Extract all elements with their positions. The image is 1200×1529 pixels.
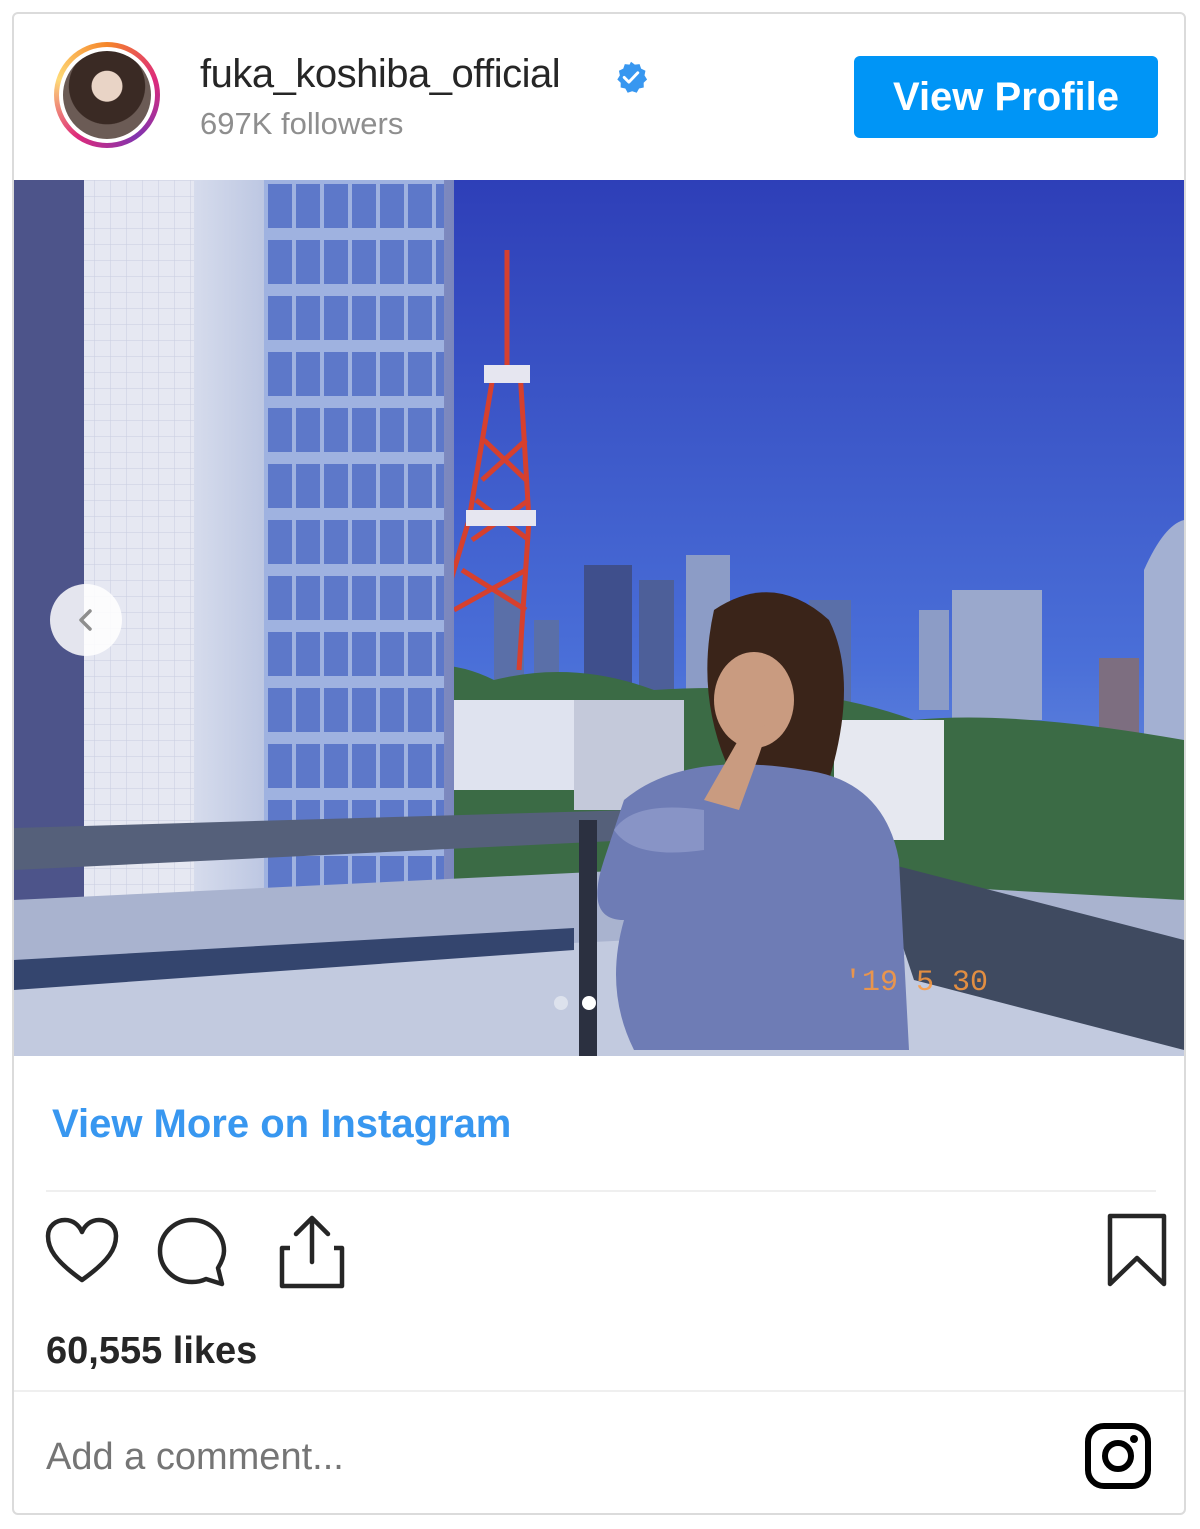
carousel-prev-button[interactable] [50, 584, 122, 656]
carousel-indicator [554, 996, 596, 1010]
photo-image: '19 5 30 [14, 180, 1184, 1056]
post-photo[interactable]: '19 5 30 [14, 180, 1184, 1056]
bookmark-icon[interactable] [1106, 1212, 1168, 1290]
avatar-image [59, 47, 155, 143]
follower-count: 697K followers [200, 106, 404, 141]
view-more-link[interactable]: View More on Instagram [52, 1102, 511, 1147]
view-profile-button[interactable]: View Profile [854, 56, 1158, 138]
comment-input[interactable] [46, 1436, 846, 1479]
verified-badge-icon [617, 61, 648, 93]
comment-bubble-icon[interactable] [154, 1214, 230, 1290]
avatar[interactable] [54, 42, 160, 148]
instagram-embed-card: fuka_koshiba_official 697K followers Vie… [12, 12, 1186, 1515]
post-header: fuka_koshiba_official 697K followers Vie… [14, 14, 1184, 180]
share-icon[interactable] [276, 1212, 348, 1292]
divider [46, 1190, 1156, 1192]
carousel-dot-active [582, 996, 596, 1010]
comment-row [14, 1390, 1184, 1513]
like-count: 60,555 likes [46, 1330, 258, 1372]
chevron-left-icon [79, 609, 92, 631]
carousel-dot [554, 996, 568, 1010]
action-bar [44, 1210, 1167, 1300]
heart-icon[interactable] [44, 1216, 120, 1286]
username[interactable]: fuka_koshiba_official [200, 52, 561, 97]
instagram-logo-icon[interactable] [1084, 1422, 1152, 1490]
date-stamp: '19 5 30 [844, 966, 988, 1000]
